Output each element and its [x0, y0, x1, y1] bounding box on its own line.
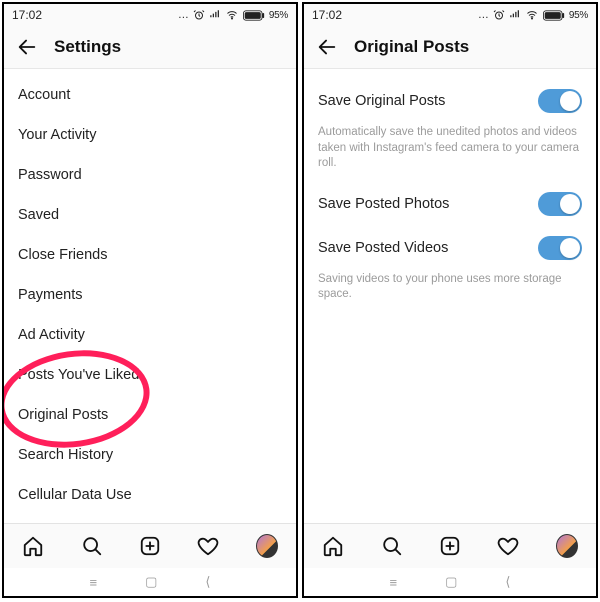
- hint-text: Automatically save the unedited photos a…: [318, 123, 582, 182]
- list-item[interactable]: Original Posts: [4, 395, 296, 435]
- toggle-row: Save Original Posts: [318, 79, 582, 123]
- toggle-row: Save Posted Photos: [318, 182, 582, 226]
- list-item[interactable]: Close Friends: [4, 235, 296, 275]
- avatar: [256, 534, 278, 558]
- status-time: 17:02: [12, 8, 42, 22]
- android-softkeys: ≡ ▢ ⟨: [304, 568, 596, 596]
- avatar: [556, 534, 578, 558]
- back-button[interactable]: [14, 34, 40, 60]
- nav-home[interactable]: [22, 535, 44, 557]
- signal-icon: [209, 9, 221, 21]
- toggle-label: Save Posted Videos: [318, 240, 448, 256]
- softkey-menu-icon[interactable]: ≡: [390, 575, 398, 590]
- status-bar: 17:02 … 95%: [4, 4, 296, 26]
- softkey-menu-icon[interactable]: ≡: [90, 575, 98, 590]
- softkey-back-icon[interactable]: ⟨: [205, 574, 210, 590]
- list-item[interactable]: Saved: [4, 195, 296, 235]
- nav-search[interactable]: [81, 535, 103, 557]
- softkey-back-icon[interactable]: ⟨: [505, 574, 510, 590]
- page-title: Original Posts: [354, 37, 469, 57]
- plus-square-icon: [139, 535, 161, 557]
- nav-home[interactable]: [322, 535, 344, 557]
- header: Settings: [4, 26, 296, 69]
- list-item[interactable]: Ad Activity: [4, 315, 296, 355]
- status-bar: 17:02 … 95%: [304, 4, 596, 26]
- status-time: 17:02: [312, 8, 342, 22]
- plus-square-icon: [439, 535, 461, 557]
- list-item[interactable]: Account: [4, 75, 296, 115]
- heart-icon: [497, 535, 519, 557]
- battery-icon: [243, 10, 265, 21]
- nav-activity[interactable]: [497, 535, 519, 557]
- nav-new-post[interactable]: [439, 535, 461, 557]
- search-icon: [381, 535, 403, 557]
- toggle-row: Save Posted Videos: [318, 226, 582, 270]
- list-item[interactable]: Cellular Data Use: [4, 475, 296, 515]
- toggle-save-posted-videos[interactable]: [538, 236, 582, 260]
- header: Original Posts: [304, 26, 596, 69]
- battery-icon: [543, 10, 565, 21]
- heart-icon: [197, 535, 219, 557]
- toggle-save-original-posts[interactable]: [538, 89, 582, 113]
- alarm-icon: [193, 9, 205, 21]
- nav-activity[interactable]: [197, 535, 219, 557]
- bottom-nav: [4, 523, 296, 568]
- toggle-label: Save Original Posts: [318, 93, 445, 109]
- wifi-icon: [225, 9, 239, 21]
- list-item[interactable]: Search History: [4, 435, 296, 475]
- status-battery-pct: 95%: [569, 10, 588, 21]
- search-icon: [81, 535, 103, 557]
- nav-profile[interactable]: [556, 535, 578, 557]
- list-item[interactable]: Posts You've Liked: [4, 355, 296, 395]
- arrow-left-icon: [16, 36, 38, 58]
- more-icon: …: [478, 9, 489, 21]
- nav-search[interactable]: [381, 535, 403, 557]
- phone-left: 17:02 … 95% Settings Account Your Activi…: [2, 2, 298, 598]
- softkey-home-icon[interactable]: ▢: [445, 574, 457, 590]
- settings-list: Account Your Activity Password Saved Clo…: [4, 69, 296, 523]
- softkey-home-icon[interactable]: ▢: [145, 574, 157, 590]
- back-button[interactable]: [314, 34, 340, 60]
- original-posts-panel: Save Original Posts Automatically save t…: [304, 69, 596, 523]
- list-item[interactable]: Payments: [4, 275, 296, 315]
- page-title: Settings: [54, 37, 121, 57]
- status-battery-pct: 95%: [269, 10, 288, 21]
- nav-profile[interactable]: [256, 535, 278, 557]
- list-item[interactable]: Language: [4, 515, 296, 523]
- wifi-icon: [525, 9, 539, 21]
- status-icons: … 95%: [478, 9, 588, 21]
- bottom-nav: [304, 523, 596, 568]
- nav-new-post[interactable]: [139, 535, 161, 557]
- phone-right: 17:02 … 95% Original Posts Save Original…: [302, 2, 598, 598]
- android-softkeys: ≡ ▢ ⟨: [4, 568, 296, 596]
- list-item[interactable]: Password: [4, 155, 296, 195]
- signal-icon: [509, 9, 521, 21]
- home-icon: [322, 535, 344, 557]
- arrow-left-icon: [316, 36, 338, 58]
- list-item[interactable]: Your Activity: [4, 115, 296, 155]
- alarm-icon: [493, 9, 505, 21]
- status-icons: … 95%: [178, 9, 288, 21]
- home-icon: [22, 535, 44, 557]
- more-icon: …: [178, 9, 189, 21]
- toggle-save-posted-photos[interactable]: [538, 192, 582, 216]
- hint-text: Saving videos to your phone uses more st…: [318, 270, 582, 313]
- toggle-label: Save Posted Photos: [318, 196, 449, 212]
